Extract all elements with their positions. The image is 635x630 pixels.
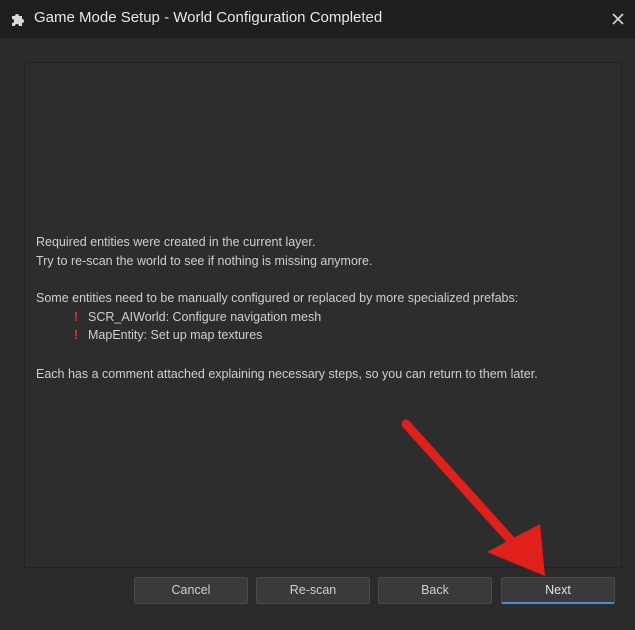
cancel-button[interactable]: Cancel: [134, 577, 248, 604]
title-bar: Game Mode Setup - World Configuration Co…: [0, 0, 635, 38]
list-item-text: SCR_AIWorld: Configure navigation mesh: [88, 310, 322, 324]
list-item-text: MapEntity: Set up map textures: [88, 328, 263, 342]
dialog-window: Game Mode Setup - World Configuration Co…: [0, 0, 635, 630]
message-line: Required entities were created in the cu…: [36, 235, 316, 249]
next-button[interactable]: Next: [501, 577, 615, 604]
exclamation-icon: !: [73, 310, 79, 324]
rescan-button[interactable]: Re-scan: [256, 577, 370, 604]
message-line: Try to re-scan the world to see if nothi…: [36, 254, 373, 268]
message-line: Some entities need to be manually config…: [36, 291, 519, 305]
back-button[interactable]: Back: [378, 577, 492, 604]
close-icon[interactable]: [607, 8, 629, 30]
exclamation-icon: !: [73, 328, 79, 342]
list-item: ! SCR_AIWorld: Configure navigation mesh: [69, 310, 321, 324]
content-panel: Required entities were created in the cu…: [24, 62, 622, 568]
window-title: Game Mode Setup - World Configuration Co…: [34, 9, 383, 26]
message-line: Each has a comment attached explaining n…: [36, 367, 538, 381]
puzzle-icon: [12, 14, 24, 26]
list-item: ! MapEntity: Set up map textures: [69, 328, 262, 342]
